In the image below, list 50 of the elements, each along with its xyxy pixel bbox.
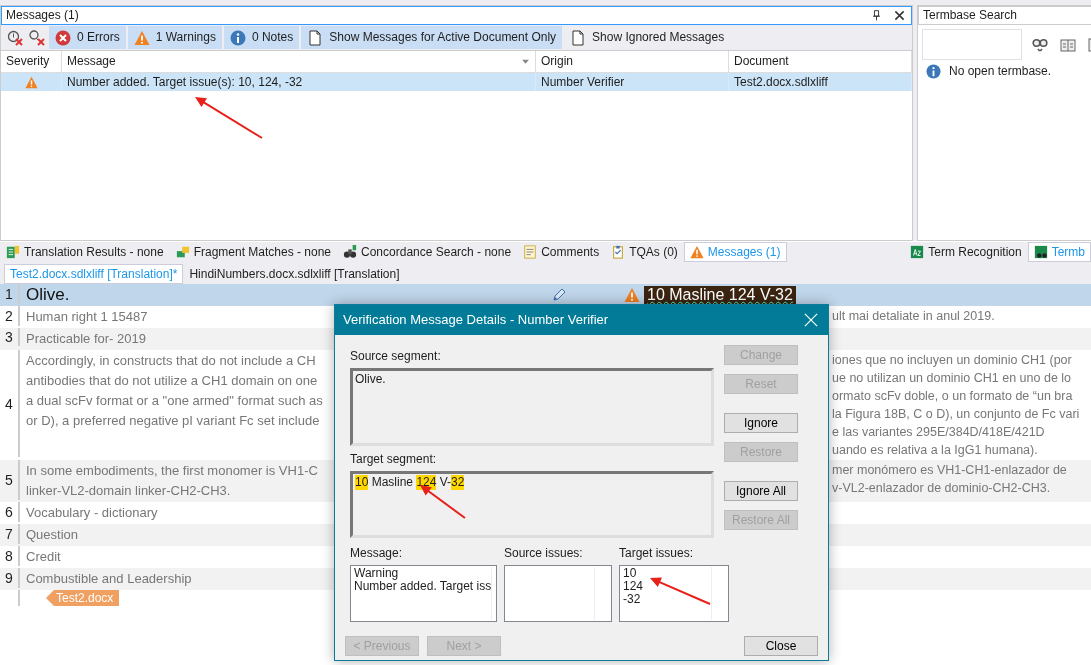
source-text: Question bbox=[26, 526, 79, 544]
text-line: 10 bbox=[623, 567, 638, 580]
source-text: Olive. bbox=[26, 285, 70, 305]
target-text: v-VL2-enlazador de dominio-CH2-CH3. bbox=[832, 480, 1051, 497]
target-text: la Figura 18B, C o D), un conjunto de Fc vari bbox=[832, 406, 1080, 423]
source-text: Human right 1 15487 bbox=[26, 308, 148, 326]
text-line: 124 bbox=[623, 580, 644, 593]
segment-number: 7 bbox=[0, 524, 20, 544]
segment-number: 3 bbox=[0, 328, 20, 346]
text-line: Number added. Target iss bbox=[354, 580, 492, 593]
file-tag: Test2.docx bbox=[46, 590, 120, 606]
source-text: a dual scFv format or a "one armed" format such as bbox=[26, 392, 323, 410]
field-label: Target issues: bbox=[619, 546, 695, 561]
field-label: Target segment: bbox=[350, 452, 438, 467]
target-text: ormato scFv doble, o un formato de “un bra bbox=[832, 388, 1073, 405]
target-text: uando es relativa a la IgG1 humana). bbox=[832, 442, 1038, 459]
source-text: linker-VL2-domain linker-CH2-CH3. bbox=[26, 482, 231, 500]
source-text: Combustible and Leadership bbox=[26, 570, 192, 588]
source-text: antibodies that do not utilize a CH1 domain on one bbox=[26, 372, 318, 390]
source-text: Practicable for- 2019 bbox=[26, 330, 146, 348]
field-label: Source segment: bbox=[350, 349, 442, 364]
source-text: In some embodiments, the first monomer is VH1-C bbox=[26, 462, 318, 480]
table-cell: Test2.docx.sdlxliff bbox=[729, 73, 912, 91]
target-text: ue no utilizan un dominio CH1 en uno de lo bbox=[832, 370, 1072, 387]
source-text: or D), a preferred negative pI variant Fc set include bbox=[26, 412, 320, 430]
field-label: Source issues: bbox=[504, 546, 584, 561]
text-line: Warning bbox=[354, 567, 400, 580]
field-label: Message: bbox=[350, 546, 404, 561]
segment-number: 6 bbox=[0, 502, 20, 522]
source-text: Credit bbox=[26, 548, 61, 566]
status-message: No open termbase. bbox=[949, 64, 1052, 79]
segment-number: 4 bbox=[0, 350, 20, 457]
source-text: Vocabulary - dictionary bbox=[26, 504, 158, 522]
target-text: 10 Masline 124 V-32 bbox=[644, 286, 796, 304]
target-text: mer monómero es VH1-CH1-enlazador de bbox=[832, 462, 1067, 479]
target-text: ult mai detaliate in anul 2019. bbox=[832, 308, 995, 325]
segment-number: 1 bbox=[0, 284, 20, 304]
table-cell: Number added. Target issue(s): 10, 124, -32 bbox=[62, 73, 536, 91]
dialog-title: Verification Message Details - Number Verifier bbox=[343, 311, 609, 329]
target-text: iones que no incluyen un dominio CH1 (por bbox=[832, 352, 1072, 369]
segment-number: 8 bbox=[0, 546, 20, 566]
panel-title: Termbase Search bbox=[923, 8, 1018, 23]
target-text: e las variantes 295E/384D/418E/421D bbox=[832, 424, 1045, 441]
panel-title: Messages (1) bbox=[6, 8, 79, 23]
table-cell: Number Verifier bbox=[536, 73, 729, 91]
text-line: -32 bbox=[623, 593, 642, 606]
segment-number: 9 bbox=[0, 568, 20, 588]
segment-number: 5 bbox=[0, 460, 20, 500]
segment-number: 2 bbox=[0, 306, 20, 326]
source-text: Accordingly, in constructs that do not include a CH bbox=[26, 352, 316, 370]
